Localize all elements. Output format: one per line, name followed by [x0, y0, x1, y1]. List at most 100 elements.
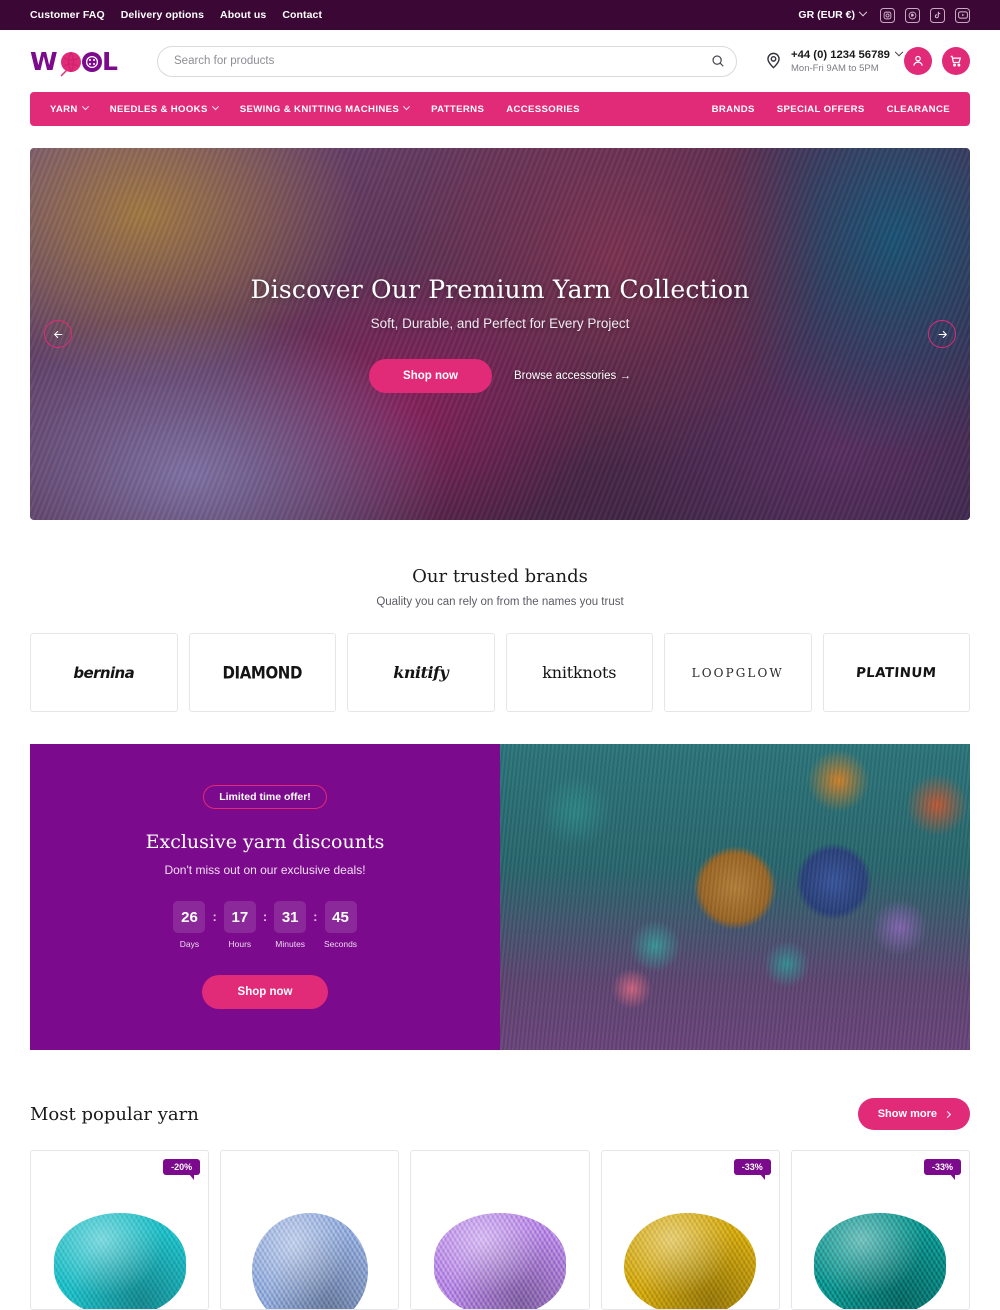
social-links	[880, 7, 970, 23]
user-icon	[913, 55, 923, 66]
nav-item-special-offers[interactable]: SPECIAL OFFERS	[777, 104, 865, 115]
currency-label: GR (EUR €)	[798, 9, 855, 21]
nav-item-yarn[interactable]: YARN	[50, 102, 89, 115]
nav-item-sewing-knitting-machines[interactable]: SEWING & KNITTING MACHINES	[239, 102, 411, 115]
utility-link-delivery-options[interactable]: Delivery options	[121, 9, 204, 21]
shopping-cart-icon	[950, 55, 962, 67]
countdown-label: Days	[179, 939, 200, 949]
product-image	[53, 1213, 186, 1309]
carousel-next-button[interactable]	[928, 320, 956, 348]
countdown-separator: :	[313, 909, 318, 924]
product-card[interactable]	[220, 1150, 400, 1310]
brand-logo-knitknots: knitknots	[542, 663, 617, 682]
site-header: W L Search for products +44 (0) 1234 567…	[0, 30, 1000, 92]
show-more-button[interactable]: Show more	[857, 1098, 970, 1130]
product-card[interactable]: -33%	[790, 1150, 970, 1310]
instagram-icon[interactable]	[880, 7, 895, 23]
brand-logo-grid: bernina DIAMOND knitify knitknots LOOPGL…	[30, 633, 970, 712]
utility-right-group: GR (EUR €)	[798, 7, 970, 23]
pinterest-icon[interactable]	[905, 7, 920, 23]
countdown-separator: :	[212, 909, 217, 924]
product-grid: -20% -33% -33%	[30, 1150, 970, 1310]
discount-badge: -33%	[923, 1159, 961, 1180]
arrow-right-icon	[938, 330, 947, 338]
utility-link-contact[interactable]: Contact	[282, 9, 322, 21]
brand-card[interactable]: DIAMOND	[188, 633, 336, 712]
nav-label: SEWING & KNITTING MACHINES	[239, 103, 400, 115]
hero-title: Discover Our Premium Yarn Collection	[250, 275, 750, 304]
nav-item-needles-hooks[interactable]: NEEDLES & HOOKS	[109, 102, 219, 115]
brand-card[interactable]: knitknots	[505, 633, 653, 712]
phone-number: +44 (0) 1234 56789	[791, 48, 890, 61]
cart-button[interactable]	[942, 47, 970, 75]
chevron-down-icon	[81, 102, 89, 110]
countdown-label: Hours	[228, 939, 252, 949]
brand-logo-diamond: DIAMOND	[222, 662, 303, 683]
countdown-label: Minutes	[275, 939, 306, 949]
brand-card[interactable]: PLATINUM	[822, 633, 970, 712]
hero-carousel: Discover Our Premium Yarn Collection Sof…	[30, 148, 970, 520]
utility-links: Customer FAQ Delivery options About us C…	[30, 9, 322, 21]
phone-text-group: +44 (0) 1234 56789 Mon-Fri 9AM to 5PM	[791, 47, 904, 75]
hero-shop-now-button[interactable]: Shop now	[369, 359, 492, 393]
countdown-value: 17	[223, 901, 256, 933]
product-card[interactable]	[410, 1150, 590, 1310]
product-image	[814, 1213, 947, 1309]
chevron-down-icon	[211, 102, 219, 110]
search-bar[interactable]	[157, 45, 737, 77]
promo-shop-now-button[interactable]: Shop now	[201, 975, 329, 1009]
nav-label: PATTERNS	[431, 103, 485, 115]
chevron-right-icon	[943, 1110, 952, 1118]
nav-label: YARN	[50, 103, 78, 115]
site-logo[interactable]: W L	[30, 44, 128, 78]
nav-item-brands[interactable]: BRANDS	[712, 104, 755, 115]
account-button[interactable]	[904, 47, 932, 75]
countdown-unit-hours: 17 Hours	[223, 901, 256, 949]
hero-cta-group: Shop now Browse accessories →	[369, 359, 631, 393]
brand-logo-platinum: PLATINUM	[855, 664, 937, 681]
show-more-label: Show more	[877, 1108, 937, 1120]
brands-subheading: Quality you can rely on from the names y…	[376, 596, 624, 608]
hero-browse-accessories-link[interactable]: Browse accessories →	[514, 370, 631, 382]
brand-card[interactable]: knitify	[347, 633, 495, 712]
utility-link-customer-faq[interactable]: Customer FAQ	[30, 9, 105, 21]
search-input[interactable]	[174, 55, 706, 67]
countdown-value: 26	[173, 901, 206, 933]
product-card[interactable]: -20%	[30, 1150, 210, 1310]
trusted-brands-section: Our trusted brands Quality you can rely …	[0, 566, 1000, 712]
nav-item-patterns[interactable]: PATTERNS	[431, 104, 484, 115]
countdown-label: Seconds	[323, 939, 358, 949]
countdown-unit-days: 26 Days	[173, 901, 206, 949]
utility-link-about-us[interactable]: About us	[220, 9, 266, 21]
brand-card[interactable]: bernina	[30, 633, 178, 712]
svg-text:L: L	[102, 47, 118, 76]
brand-card[interactable]: LOOPGLOW	[664, 633, 812, 712]
tiktok-icon[interactable]	[930, 7, 945, 23]
contact-phone-block[interactable]: +44 (0) 1234 56789 Mon-Fri 9AM to 5PM	[764, 47, 904, 75]
brand-logo-bernina: bernina	[73, 663, 135, 682]
brands-heading: Our trusted brands	[412, 566, 588, 587]
nav-item-accessories[interactable]: ACCESSORIES	[506, 104, 580, 115]
countdown-value: 31	[274, 901, 307, 933]
svg-text:W: W	[30, 47, 58, 76]
popular-heading: Most popular yarn	[30, 1103, 199, 1125]
product-card[interactable]: -33%	[600, 1150, 780, 1310]
discount-badge: -20%	[163, 1159, 201, 1180]
chevron-down-icon	[858, 7, 868, 17]
youtube-icon[interactable]	[955, 7, 970, 23]
hero-subtitle: Soft, Durable, and Perfect for Every Pro…	[370, 316, 630, 331]
hero-content: Discover Our Premium Yarn Collection Sof…	[30, 148, 970, 520]
main-navigation: YARN NEEDLES & HOOKS SEWING & KNITTING M…	[30, 92, 970, 126]
search-submit-button[interactable]	[706, 49, 730, 73]
countdown-unit-minutes: 31 Minutes	[274, 901, 307, 949]
nav-item-clearance[interactable]: CLEARANCE	[887, 104, 950, 115]
promo-content: Limited time offer! Exclusive yarn disco…	[30, 744, 500, 1050]
nav-primary-group: YARN NEEDLES & HOOKS SEWING & KNITTING M…	[50, 102, 580, 115]
carousel-prev-button[interactable]	[44, 320, 72, 348]
currency-selector[interactable]: GR (EUR €)	[798, 7, 868, 21]
promo-subtitle: Don't miss out on our exclusive deals!	[164, 863, 366, 877]
nav-label: ACCESSORIES	[506, 103, 580, 115]
nav-label: NEEDLES & HOOKS	[109, 103, 208, 115]
wool-logo-icon: W L	[30, 47, 118, 77]
chevron-down-icon	[894, 47, 904, 56]
